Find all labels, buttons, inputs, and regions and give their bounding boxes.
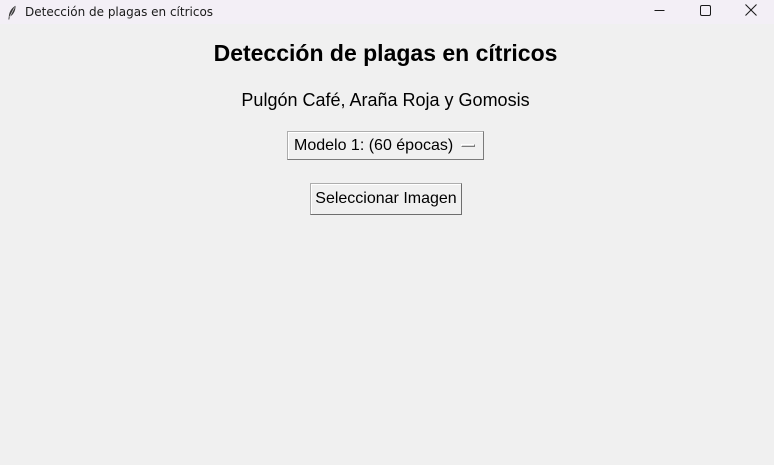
maximize-button[interactable] xyxy=(682,0,728,24)
title-bar[interactable]: Detección de plagas en cítricos xyxy=(0,0,774,24)
model-select-dropdown[interactable]: Modelo 1: (60 épocas) xyxy=(287,131,484,160)
window-title: Detección de plagas en cítricos xyxy=(25,5,214,19)
dropdown-indicator-icon xyxy=(461,144,475,147)
model-select-value: Modelo 1: (60 épocas) xyxy=(294,136,454,154)
minimize-button[interactable] xyxy=(636,0,682,24)
select-image-button[interactable]: Seleccionar Imagen xyxy=(310,183,462,215)
page-title: Detección de plagas en cítricos xyxy=(213,40,558,66)
close-button[interactable] xyxy=(728,0,774,24)
window-controls xyxy=(636,0,774,24)
main-content: Detección de plagas en cítricos Pulgón C… xyxy=(0,24,774,465)
maximize-icon xyxy=(699,3,711,21)
minimize-icon xyxy=(654,3,665,21)
app-window: Detección de plagas en cítricos Detecció… xyxy=(0,0,774,465)
close-icon xyxy=(745,3,757,21)
feather-icon xyxy=(5,4,19,20)
page-subtitle: Pulgón Café, Araña Roja y Gomosis xyxy=(241,90,530,110)
